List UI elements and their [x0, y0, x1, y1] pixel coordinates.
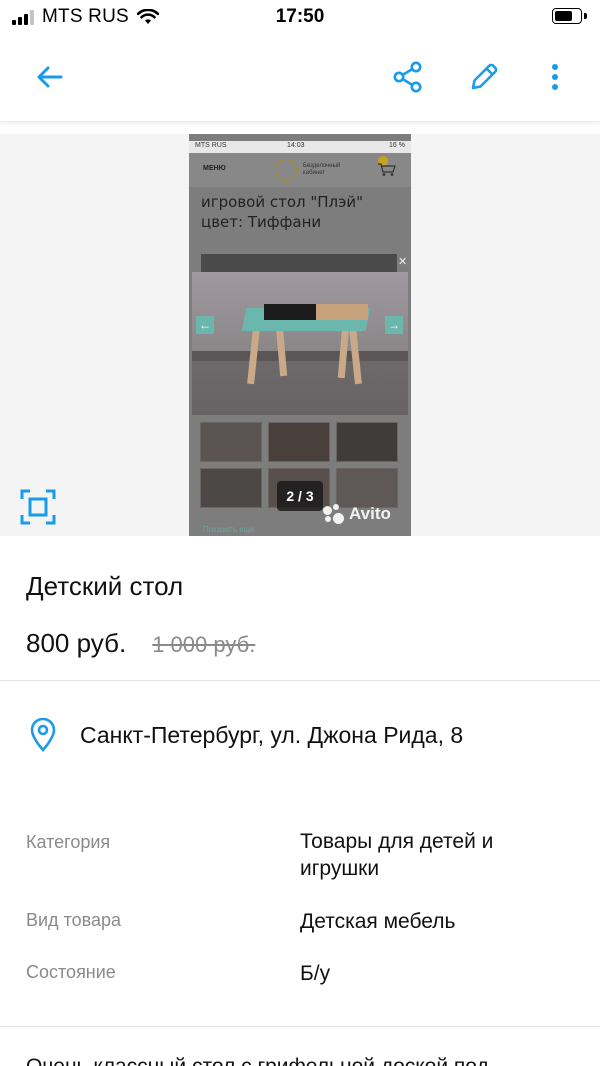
share-icon — [393, 61, 422, 93]
photo-gallery[interactable]: MTS RUS 14:03 16 % МЕНЮ Безделочный каби… — [0, 134, 600, 536]
param-value-condition: Б/у — [300, 962, 331, 985]
current-price: 800 руб. — [26, 628, 127, 658]
photo-prev-arrow-icon: ← — [196, 316, 214, 334]
listing-title: Детский стол — [26, 571, 184, 601]
photo-logo-icon — [275, 159, 297, 181]
photo-logo-text: Безделочный кабинет — [303, 163, 341, 176]
photo-close-icon: ✕ — [398, 256, 408, 268]
more-options-button[interactable] — [532, 54, 578, 100]
photo-carrier: MTS RUS — [195, 142, 227, 149]
top-toolbar — [0, 34, 600, 122]
price-row: 800 руб. 1 000 руб. — [26, 628, 255, 659]
photo-menu-label: МЕНЮ — [203, 165, 226, 172]
status-bar: MTS RUS 17:50 — [0, 0, 600, 34]
photo-product-title: игровой стол "Плэй" цвет: Тиффани — [201, 193, 364, 231]
arrow-left-icon — [37, 66, 63, 88]
param-label-condition: Состояние — [26, 962, 116, 982]
address-text: Санкт-Петербург, ул. Джона Рида, 8 — [80, 721, 464, 748]
param-value-category: Товары для детей и игрушки — [300, 830, 494, 880]
old-price: 1 000 руб. — [152, 632, 256, 657]
photo-cart-icon — [378, 156, 396, 176]
battery-icon — [552, 8, 582, 24]
divider — [0, 1026, 600, 1027]
param-label-category: Категория — [26, 832, 111, 852]
photo-dark-bar — [201, 254, 397, 272]
photo-counter: 2 / 3 — [277, 481, 323, 511]
listing-photo[interactable]: MTS RUS 14:03 16 % МЕНЮ Безделочный каби… — [189, 134, 411, 536]
more-vertical-icon — [552, 64, 558, 90]
param-label-type: Вид товара — [26, 910, 122, 930]
pencil-icon — [471, 63, 498, 90]
fullscreen-button[interactable] — [20, 489, 56, 525]
fullscreen-icon — [20, 489, 56, 525]
photo-time: 14:03 — [287, 142, 305, 149]
avito-watermark-text: Avito — [349, 504, 391, 523]
param-value-type: Детская мебель — [300, 910, 456, 933]
photo-battery: 16 % — [389, 142, 405, 149]
photo-status-bar: MTS RUS 14:03 16 % — [189, 141, 411, 153]
photo-show-more: Показать еще — [203, 525, 255, 534]
battery-cap — [584, 13, 587, 19]
avito-watermark: Avito — [323, 504, 391, 524]
status-time: 17:50 — [275, 6, 325, 27]
description-text: Очень классный стол с грифельной доской … — [26, 1055, 586, 1066]
photo-next-arrow-icon: → — [385, 316, 403, 334]
divider — [0, 680, 600, 681]
location-row[interactable]: Санкт-Петербург, ул. Джона Рида, 8 — [28, 718, 463, 752]
back-button[interactable] — [27, 54, 73, 100]
edit-button[interactable] — [461, 54, 507, 100]
share-button[interactable] — [385, 54, 431, 100]
location-pin-icon — [30, 718, 56, 752]
photo-table-image: ← → — [192, 272, 408, 415]
photo-site-header: МЕНЮ Безделочный кабинет — [189, 153, 411, 187]
avito-logo-icon — [323, 504, 345, 524]
